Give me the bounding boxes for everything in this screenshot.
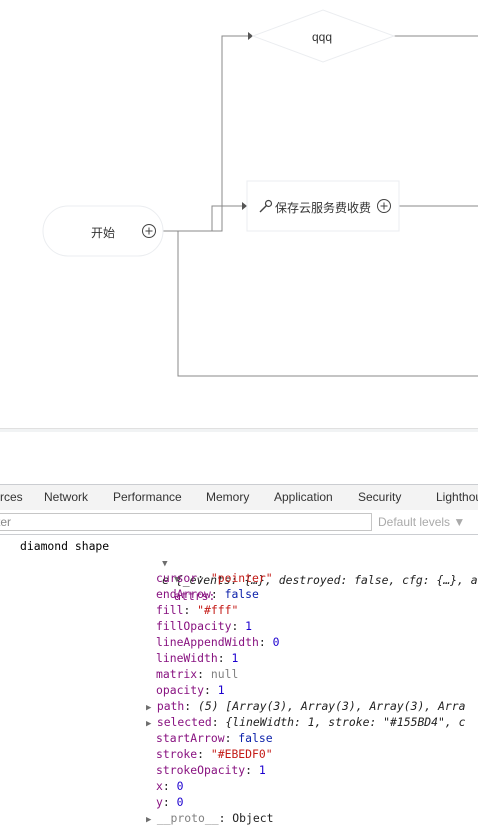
attr-key: y — [156, 795, 163, 809]
attr-value: "#fff" — [197, 603, 239, 617]
expand-triangle-icon[interactable]: ▶ — [146, 719, 157, 729]
attr-value: null — [210, 667, 239, 681]
tab-lighthouse[interactable]: Lighthou — [436, 485, 478, 510]
attr-row: opacity: 1 — [156, 683, 225, 697]
tab-memory[interactable]: Memory — [206, 485, 249, 510]
attr-row: matrix: null — [156, 667, 239, 681]
tab-sources[interactable]: rces — [0, 485, 23, 510]
object-summary-row[interactable]: ▼ e {_events: {…}, destroyed: false, cfg… — [121, 538, 478, 587]
attr-key: lineAppendWidth — [156, 635, 259, 649]
tab-security[interactable]: Security — [358, 485, 401, 510]
attr-row: x: 0 — [156, 779, 184, 793]
attr-row: endArrow: false — [156, 587, 259, 601]
attr-value: (5) [Array(3), Array(3), Array(3), Arra — [198, 699, 466, 713]
diamond-label: qqq — [312, 30, 333, 44]
attr-key: fill — [156, 603, 184, 617]
attr-row[interactable]: ▶ selected: {lineWidth: 1, stroke: "#155… — [146, 714, 465, 730]
attr-row: fill: "#fff" — [156, 603, 239, 617]
expand-triangle-icon[interactable]: ▶ — [146, 815, 157, 825]
attr-value: 1 — [217, 683, 225, 697]
attr-key: selected — [156, 715, 212, 729]
action-label: 保存云服务费收费 — [275, 201, 372, 215]
attr-row: lineAppendWidth: 0 — [156, 635, 280, 649]
attr-key: cursor — [156, 571, 198, 585]
arrow-head — [242, 202, 247, 210]
attr-value: {lineWidth: 1, stroke: "#155BD4", c — [225, 715, 466, 729]
attr-row: cursor: "pointer" — [156, 571, 273, 585]
expand-triangle-icon[interactable]: ▶ — [146, 703, 157, 713]
edge-bottom[interactable] — [177, 231, 478, 377]
attr-row: stroke: "#EBEDF0" — [156, 747, 273, 761]
flow-graph — [42, 9, 478, 377]
attr-row: strokeOpacity: 1 — [156, 763, 266, 777]
attr-value: 0 — [272, 635, 280, 649]
attr-value: false — [238, 731, 273, 745]
attr-key: x — [156, 779, 163, 793]
attr-value: 1 — [245, 619, 253, 633]
attr-row[interactable]: ▶ path: (5) [Array(3), Array(3), Array(3… — [146, 698, 465, 714]
add-circle-icon[interactable] — [142, 224, 156, 238]
attr-row: y: 0 — [156, 795, 184, 809]
start-label: 开始 — [91, 226, 116, 240]
add-circle-icon[interactable] — [377, 199, 391, 213]
log-prefix: diamond shape — [20, 539, 110, 553]
attr-value: 0 — [176, 779, 184, 793]
edge-to-diamond[interactable] — [163, 35, 248, 232]
attr-key: matrix — [156, 667, 198, 681]
console-output: diamond shape ▼ e {_events: {…}, destroy… — [0, 535, 478, 825]
attr-key: fillOpacity — [156, 619, 232, 633]
attr-value: "#EBEDF0" — [210, 747, 273, 761]
attr-key: path — [156, 699, 185, 713]
devtools-tabbar: rces Network Performance Memory Applicat… — [0, 484, 478, 511]
attr-key: startArrow — [156, 731, 225, 745]
tab-application[interactable]: Application — [274, 485, 333, 510]
attr-key: __proto__ — [156, 811, 219, 825]
attrs-row[interactable]: ▼ attrs: — [133, 554, 215, 603]
attr-value: 0 — [176, 795, 184, 809]
attr-key: endArrow — [156, 587, 211, 601]
attr-row: startArrow: false — [156, 731, 273, 745]
attr-value: "pointer" — [210, 571, 273, 585]
attr-key: strokeOpacity — [156, 763, 246, 777]
attr-row[interactable]: ▶ __proto__: Object — [146, 810, 273, 826]
log-levels-dropdown[interactable]: Default levels ▼ — [378, 510, 465, 534]
attr-key: opacity — [156, 683, 205, 697]
attr-row: lineWidth: 1 — [156, 651, 239, 665]
attr-key: lineWidth — [156, 651, 218, 665]
attr-row: fillOpacity: 1 — [156, 619, 253, 633]
flow-canvas[interactable]: qqq 开始 保存云服务费收费 — [0, 0, 478, 428]
filter-input[interactable]: ter — [0, 513, 372, 531]
tab-network[interactable]: Network — [44, 485, 88, 510]
devtools-panel: rces Network Performance Memory Applicat… — [0, 432, 478, 825]
attr-key: stroke — [156, 747, 198, 761]
attr-value: 1 — [231, 651, 239, 665]
tab-performance[interactable]: Performance — [113, 485, 182, 510]
attr-value: 1 — [258, 763, 266, 777]
console-filter-bar: ter Default levels ▼ — [0, 510, 478, 535]
attr-value: Object — [232, 811, 274, 825]
edge-to-action[interactable] — [163, 205, 242, 232]
attr-value: false — [224, 587, 259, 601]
